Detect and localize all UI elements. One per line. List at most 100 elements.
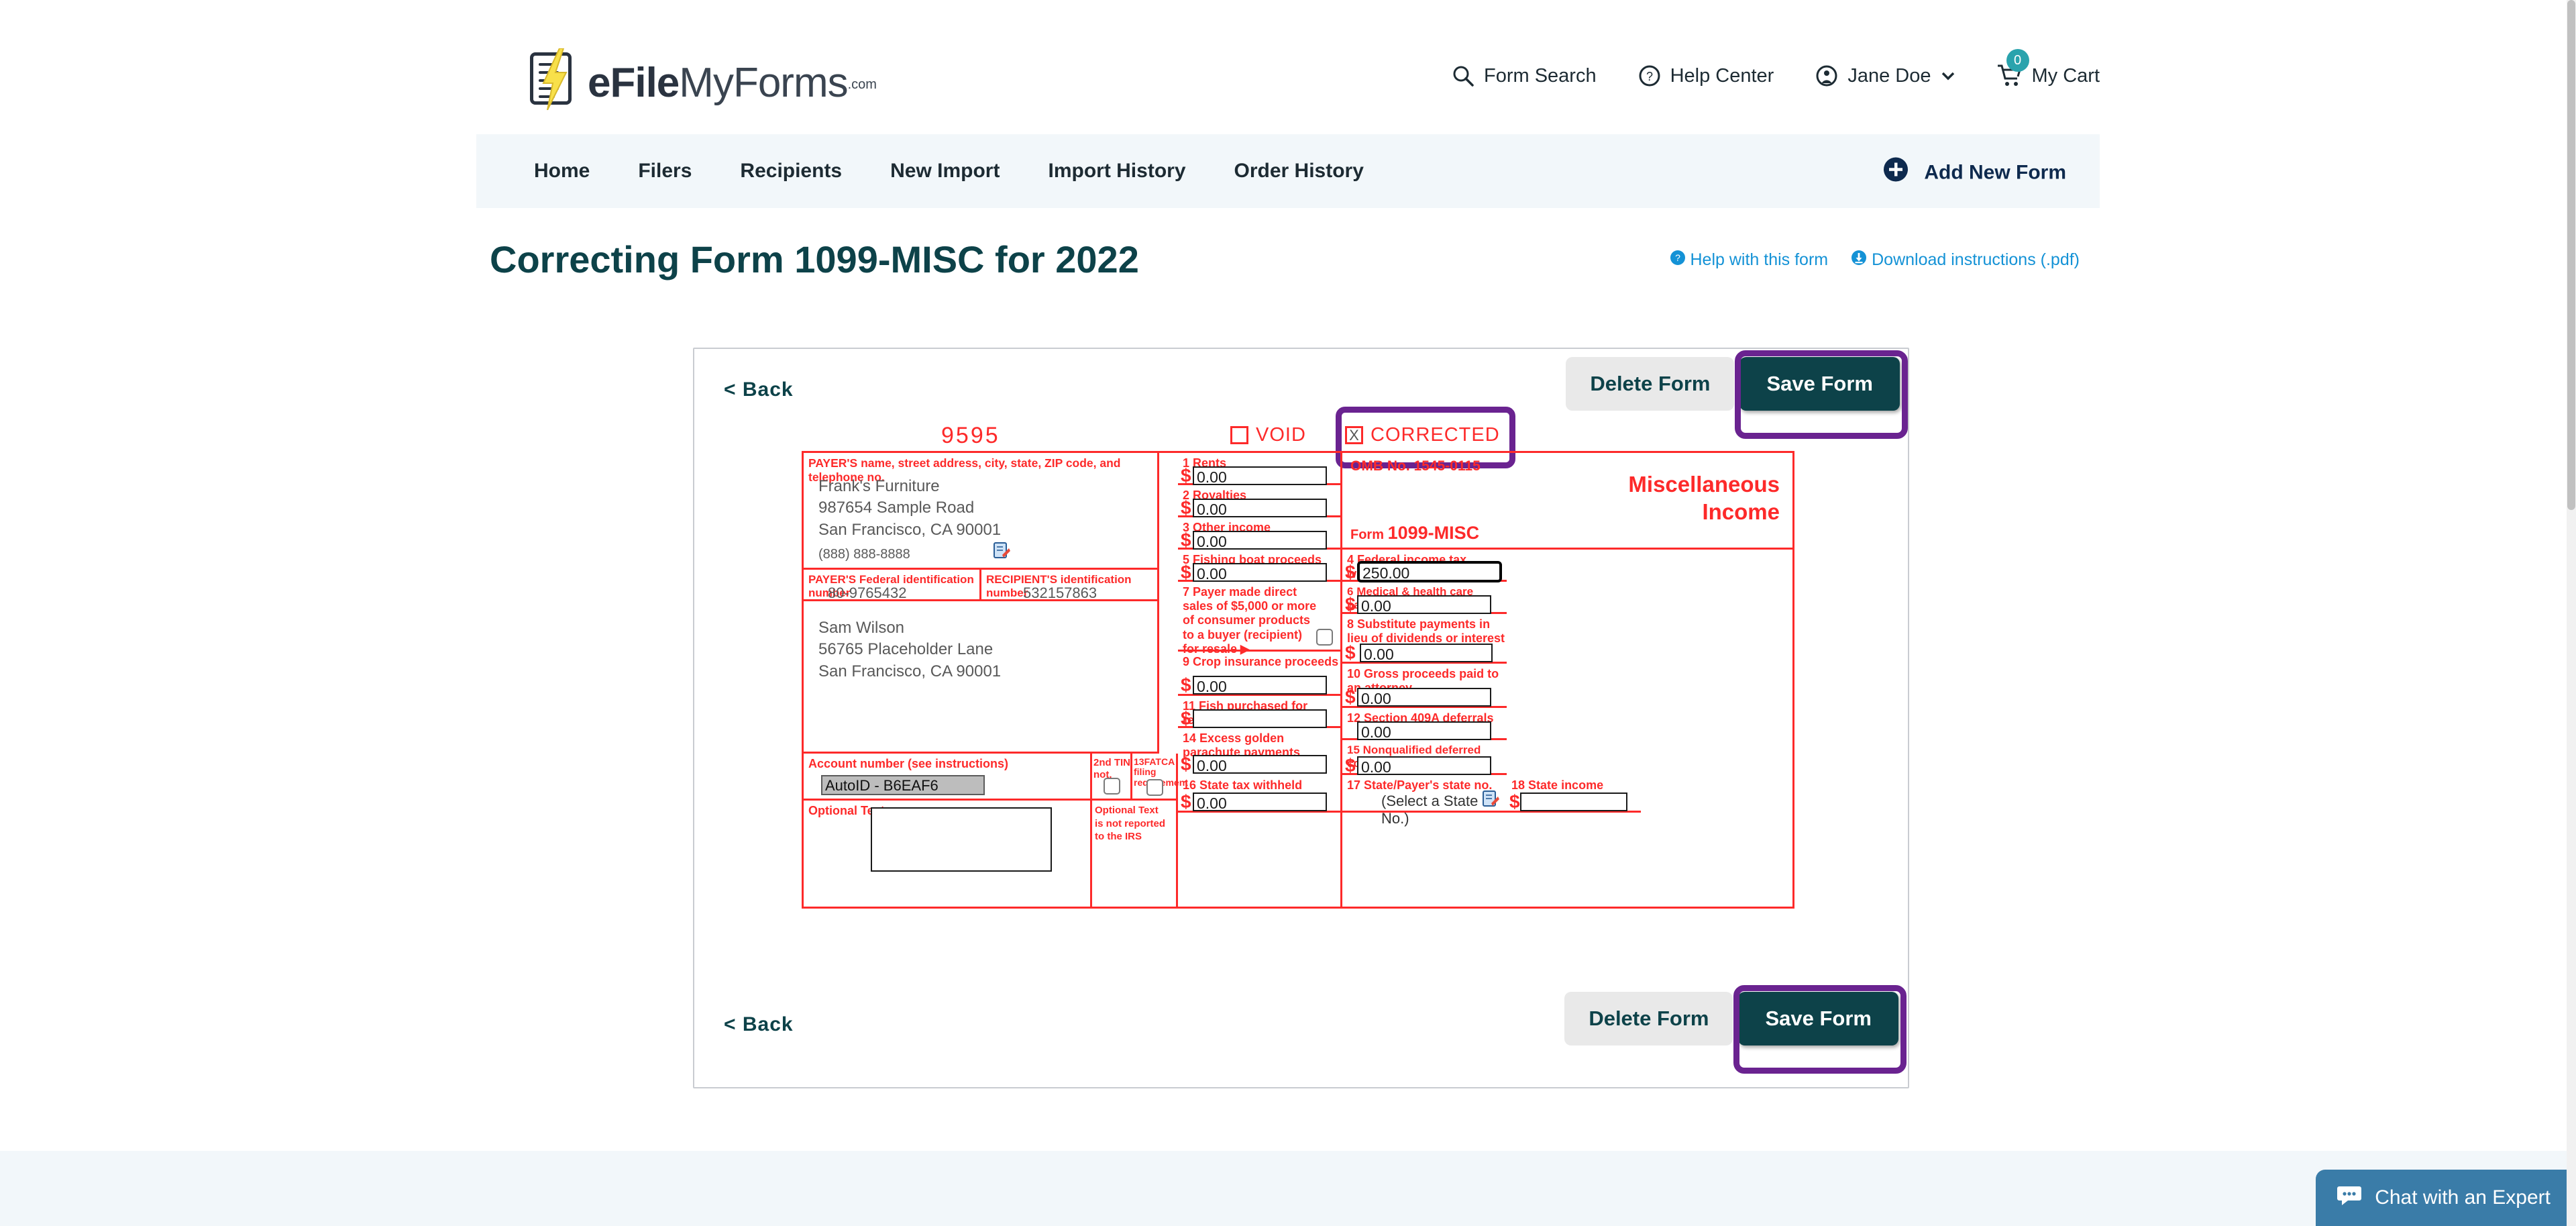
- header-form-search-label: Form Search: [1483, 64, 1597, 87]
- box-4-cell: 4 Federal income tax withheld $ 250.00: [1342, 550, 1507, 582]
- chevron-down-icon[interactable]: [1941, 70, 1955, 81]
- box-12-input[interactable]: 0.00: [1357, 721, 1491, 741]
- box-18-input[interactable]: [1520, 793, 1627, 811]
- recipient-name: Sam Wilson: [818, 619, 905, 637]
- document-lightning-icon: [530, 48, 578, 114]
- omb-number: OMB No. 1545-0115: [1350, 458, 1481, 474]
- download-instructions-link[interactable]: Download instructions (.pdf): [1851, 250, 2080, 270]
- scrollbar-thumb[interactable]: [2567, 0, 2575, 510]
- box-2-cell: 2 Royalties $ 0.00: [1178, 485, 1342, 518]
- cart-count-badge: 0: [2006, 49, 2029, 72]
- form-grid: PAYER'S name, street address, city, stat…: [802, 451, 1794, 909]
- box-5-input[interactable]: 0.00: [1193, 563, 1327, 582]
- svg-text:?: ?: [1646, 70, 1653, 83]
- box-8-number: 8: [1347, 617, 1354, 631]
- delete-form-button-top[interactable]: Delete Form: [1566, 357, 1735, 411]
- delete-form-button-bottom[interactable]: Delete Form: [1564, 992, 1733, 1045]
- cart-icon: 0: [1997, 49, 2029, 88]
- download-instructions-label: Download instructions (.pdf): [1872, 250, 2080, 269]
- box-16-spacer: [1178, 813, 1342, 909]
- add-new-form-label: Add New Form: [1924, 161, 2066, 184]
- nav-item-recipients[interactable]: Recipients: [716, 160, 866, 183]
- second-tin-checkbox[interactable]: [1104, 778, 1120, 795]
- box-7-number: 7: [1183, 585, 1190, 599]
- box-9-label: Crop insurance proceeds: [1193, 655, 1339, 668]
- payer-street: 987654 Sample Road: [818, 499, 975, 517]
- box-16-input[interactable]: 0.00: [1193, 793, 1327, 812]
- account-number-label: Account number (see instructions): [808, 757, 1009, 770]
- payer-block: PAYER'S name, street address, city, stat…: [804, 453, 1159, 570]
- box-2-input[interactable]: 0.00: [1193, 499, 1327, 518]
- box-9-input[interactable]: 0.00: [1193, 676, 1327, 695]
- form-line-prefix: Form: [1350, 527, 1388, 542]
- optional-note-line1: Optional Text: [1095, 805, 1159, 816]
- box-10-input[interactable]: 0.00: [1357, 688, 1491, 707]
- chat-bubble-icon: [2337, 1184, 2362, 1211]
- nav-item-home[interactable]: Home: [510, 160, 614, 183]
- box-10-number: 10: [1347, 667, 1361, 680]
- save-form-button-bottom[interactable]: Save Form: [1738, 992, 1898, 1045]
- box-15-input[interactable]: 0.00: [1357, 756, 1491, 776]
- void-checkbox-group[interactable]: VOID: [1230, 424, 1306, 446]
- nav-item-order-history[interactable]: Order History: [1210, 160, 1388, 183]
- box-6-input[interactable]: 0.00: [1357, 595, 1491, 615]
- box-17-edit-pencil-icon[interactable]: [1482, 790, 1499, 811]
- recipient-tin-value: 532157863: [1023, 584, 1097, 601]
- nav-item-filers[interactable]: Filers: [614, 160, 716, 183]
- box-1-input[interactable]: 0.00: [1193, 466, 1327, 486]
- box-11-input[interactable]: [1193, 709, 1327, 728]
- form-toolbar-bottom: < Back Delete Form Save Form: [694, 985, 1908, 1074]
- svg-text:?: ?: [1675, 252, 1680, 263]
- brand-name-light: MyForms: [679, 60, 848, 106]
- payer-edit-pencil-icon[interactable]: [993, 542, 1010, 562]
- header-help-center[interactable]: ? Help Center: [1638, 64, 1774, 87]
- box-3-input[interactable]: 0.00: [1193, 531, 1327, 550]
- recipient-street: 56765 Placeholder Lane: [818, 640, 994, 659]
- box-8-input[interactable]: 0.00: [1360, 644, 1493, 663]
- back-link-bottom[interactable]: < Back: [724, 1013, 794, 1036]
- save-form-button-top[interactable]: Save Form: [1739, 357, 1900, 411]
- header-user-menu[interactable]: Jane Doe: [1815, 64, 1955, 87]
- optional-text-left-input[interactable]: [871, 807, 1052, 872]
- question-circle-icon: ?: [1670, 250, 1686, 270]
- box-7-checkbox[interactable]: [1316, 629, 1333, 646]
- main-navigation: Home Filers Recipients New Import Import…: [476, 134, 2100, 208]
- chat-with-expert-widget[interactable]: Chat with an Expert: [2316, 1170, 2576, 1226]
- header-actions: Form Search ? Help Center Jane Doe 0 My …: [1452, 49, 2100, 88]
- box-17-cell: 17 State/Payer's state no. (Select a Sta…: [1342, 775, 1507, 827]
- box-4-input[interactable]: 250.00: [1357, 561, 1502, 582]
- corrected-label: CORRECTED: [1371, 424, 1500, 446]
- box-14-input[interactable]: 0.00: [1193, 755, 1327, 774]
- form-card: < Back Delete Form Save Form 9595 VOID X…: [693, 348, 1909, 1088]
- nav-item-import-history[interactable]: Import History: [1024, 160, 1210, 183]
- header-my-cart[interactable]: 0 My Cart: [1997, 49, 2100, 88]
- box-18-cell: 18 State income $: [1507, 775, 1641, 813]
- page-help-links: ? Help with this form Download instructi…: [1670, 250, 2080, 270]
- corrected-checkbox[interactable]: X: [1345, 426, 1363, 444]
- void-checkbox[interactable]: [1230, 426, 1248, 444]
- form-line-name: 1099-MISC: [1387, 523, 1480, 543]
- download-circle-icon: [1851, 250, 1867, 270]
- box-17-spacer: [1342, 813, 1507, 909]
- box-15-cell: 15 Nonqualified deferred compensation $ …: [1342, 740, 1507, 776]
- box-9-number: 9: [1183, 655, 1190, 668]
- header-form-search[interactable]: Form Search: [1452, 64, 1597, 87]
- page-scrollbar[interactable]: [2567, 0, 2576, 1226]
- second-tin-cell: 2nd TIN not.: [1092, 754, 1132, 801]
- add-new-form-button[interactable]: Add New Form: [1883, 157, 2066, 186]
- optional-note-line2: is not reported: [1095, 817, 1166, 829]
- back-link-top[interactable]: < Back: [724, 378, 794, 401]
- fatca-checkbox[interactable]: [1146, 779, 1163, 796]
- irs-1099-misc-form: 9595 VOID X CORRECTED PAYER'S name, stre…: [802, 407, 1794, 909]
- box-8-cell: 8 Substitute payments in lieu of dividen…: [1342, 614, 1507, 664]
- corrected-checkbox-group[interactable]: X CORRECTED: [1345, 424, 1500, 446]
- box-14-cell: 14 Excess golden parachute payments $ 0.…: [1178, 728, 1342, 775]
- help-with-this-form-link[interactable]: ? Help with this form: [1670, 250, 1828, 270]
- doc-title-line2: Income: [1702, 499, 1780, 525]
- nav-item-new-import[interactable]: New Import: [866, 160, 1024, 183]
- box-6-cell: 6 Medical & health care payments $ 0.00: [1342, 582, 1507, 615]
- account-number-input[interactable]: AutoID - B6EAF6: [821, 775, 985, 795]
- fatca-cell: 13FATCA filing requirement: [1132, 754, 1188, 801]
- account-number-cell: Account number (see instructions) AutoID…: [804, 754, 1092, 801]
- brand-logo[interactable]: eFileMyForms.com: [530, 48, 877, 114]
